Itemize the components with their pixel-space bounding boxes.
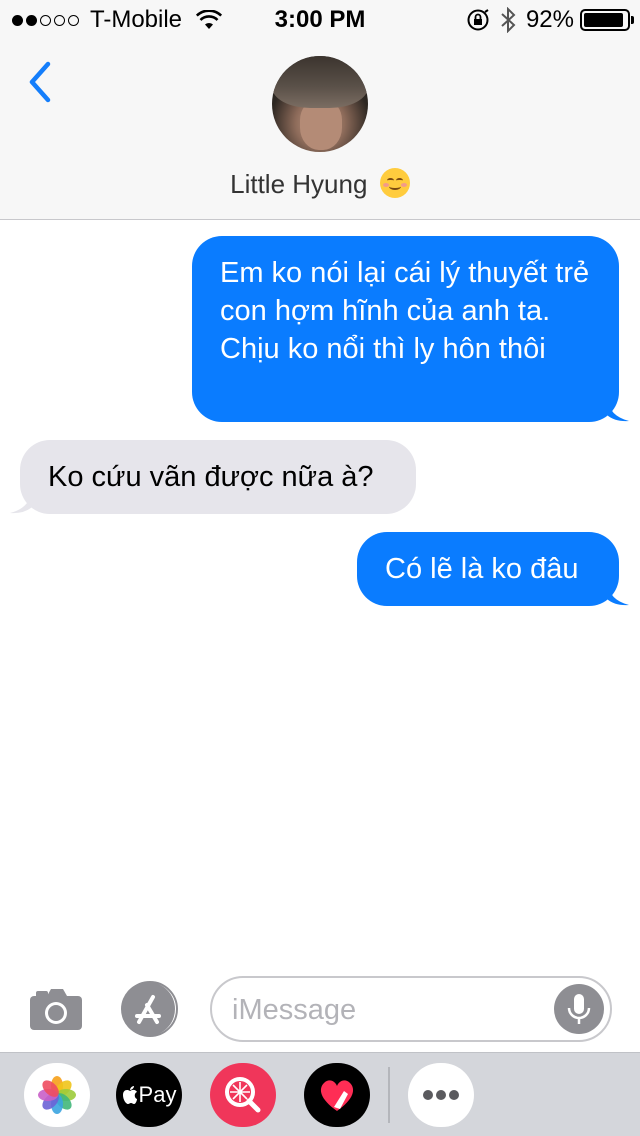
- smiling-face-emoji-icon: [379, 168, 410, 198]
- battery-percentage: 92%: [525, 6, 574, 33]
- microphone-icon: [567, 994, 591, 1024]
- apple-pay-app-icon[interactable]: Pay: [116, 1063, 182, 1127]
- more-apps-icon[interactable]: [408, 1063, 474, 1127]
- app-drawer: Pay: [0, 1052, 640, 1136]
- chevron-left-icon: [29, 61, 51, 103]
- message-text: Có lẽ là ko đâu: [385, 553, 579, 585]
- photos-app-icon[interactable]: [24, 1063, 90, 1127]
- contact-title[interactable]: Little Hyung: [0, 168, 640, 200]
- message-bubble-sent[interactable]: Em ko nói lại cái lý thuyết trẻ con hợm …: [192, 236, 629, 422]
- apple-logo-icon: [122, 1086, 137, 1104]
- contact-name: Little Hyung: [230, 169, 368, 199]
- status-bar: T-Mobile 3:00 PM 92%: [0, 0, 640, 40]
- search-images-app-icon[interactable]: [210, 1063, 276, 1127]
- conversation-header: Little Hyung: [0, 40, 640, 220]
- apple-pay-label: Pay: [138, 1082, 177, 1107]
- contact-avatar[interactable]: [272, 56, 368, 152]
- digital-touch-app-icon[interactable]: [304, 1063, 370, 1127]
- message-bubble-sent[interactable]: Có lẽ là ko đâu: [357, 532, 629, 606]
- rotation-lock-icon: [467, 9, 489, 31]
- message-text: Ko cứu vãn được nữa à?: [48, 461, 374, 493]
- message-input[interactable]: [232, 990, 552, 1030]
- message-input-field[interactable]: [210, 976, 612, 1042]
- camera-icon[interactable]: [28, 986, 84, 1032]
- tray-divider: [388, 1067, 390, 1123]
- status-bar-right: 92%: [466, 6, 634, 34]
- bluetooth-icon: [501, 7, 516, 33]
- message-text: Em ko nói lại cái lý thuyết trẻ con hợm …: [220, 257, 590, 365]
- microphone-button[interactable]: [554, 984, 604, 1034]
- back-button[interactable]: [26, 60, 56, 104]
- compose-bar: [0, 968, 640, 1052]
- message-bubble-received[interactable]: Ko cứu vãn được nữa à?: [10, 440, 416, 514]
- battery-icon: [580, 9, 634, 31]
- app-store-icon[interactable]: [120, 981, 178, 1037]
